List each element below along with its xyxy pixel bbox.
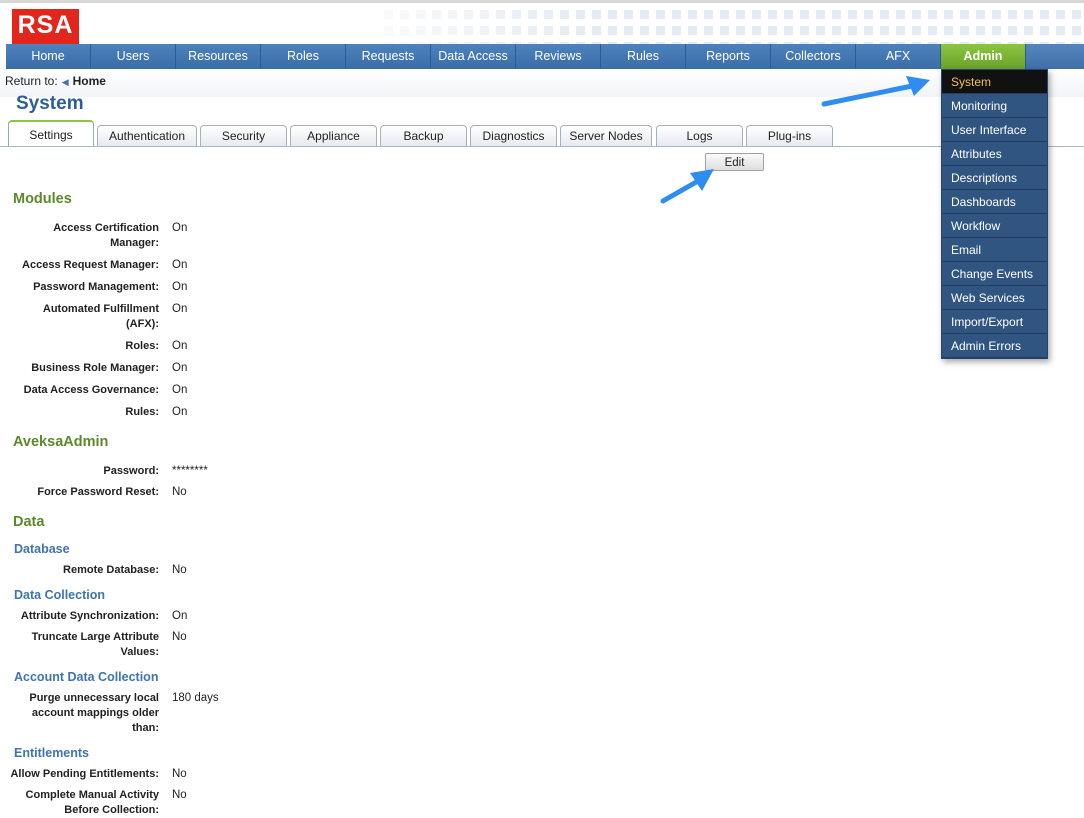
nav-admin[interactable]: Admin xyxy=(941,44,1026,69)
rsa-logo[interactable]: RSA xyxy=(12,9,79,41)
menu-item-workflow[interactable]: Workflow xyxy=(942,214,1047,238)
menu-item-web-services[interactable]: Web Services xyxy=(942,286,1047,310)
menu-item-import-export[interactable]: Import/Export xyxy=(942,310,1047,334)
admin-dropdown-menu: System Monitoring User Interface Attribu… xyxy=(941,69,1048,359)
menu-item-monitoring[interactable]: Monitoring xyxy=(942,94,1047,118)
subsection-data-collection-title: Data Collection xyxy=(14,588,105,602)
tab-backup[interactable]: Backup xyxy=(380,125,467,146)
menu-item-change-events[interactable]: Change Events xyxy=(942,262,1047,286)
return-to: Return to: ◀ Home xyxy=(5,74,106,88)
tab-appliance[interactable]: Appliance xyxy=(290,125,377,146)
menu-item-email[interactable]: Email xyxy=(942,238,1047,262)
nav-collectors[interactable]: Collectors xyxy=(771,44,856,69)
return-home-link[interactable]: Home xyxy=(73,74,106,88)
tab-settings[interactable]: Settings xyxy=(8,120,94,147)
nav-roles[interactable]: Roles xyxy=(261,44,346,69)
tab-security[interactable]: Security xyxy=(200,125,287,146)
menu-item-attributes[interactable]: Attributes xyxy=(942,142,1047,166)
nav-requests[interactable]: Requests xyxy=(346,44,431,69)
tab-logs[interactable]: Logs xyxy=(656,125,743,146)
nav-resources[interactable]: Resources xyxy=(176,44,261,69)
nav-home[interactable]: Home xyxy=(6,44,91,69)
return-to-label: Return to: xyxy=(5,74,58,88)
nav-rules[interactable]: Rules xyxy=(601,44,686,69)
menu-item-dashboards[interactable]: Dashboards xyxy=(942,190,1047,214)
nav-data-access[interactable]: Data Access xyxy=(431,44,516,69)
nav-reviews[interactable]: Reviews xyxy=(516,44,601,69)
menu-item-user-interface[interactable]: User Interface xyxy=(942,118,1047,142)
main-nav: Home Users Resources Roles Requests Data… xyxy=(6,44,1084,69)
tab-diagnostics[interactable]: Diagnostics xyxy=(470,125,557,146)
tab-authentication[interactable]: Authentication xyxy=(97,125,197,146)
subsection-database-title: Database xyxy=(14,542,70,556)
nav-users[interactable]: Users xyxy=(91,44,176,69)
nav-reports[interactable]: Reports xyxy=(686,44,771,69)
nav-afx[interactable]: AFX xyxy=(856,44,941,69)
page-title: System xyxy=(16,93,84,114)
menu-item-descriptions[interactable]: Descriptions xyxy=(942,166,1047,190)
menu-item-system[interactable]: System xyxy=(942,70,1047,94)
tab-bar: Settings Authentication Security Applian… xyxy=(8,120,1084,147)
section-aveksaadmin-title: AveksaAdmin xyxy=(13,434,109,450)
back-arrow-icon: ◀ xyxy=(61,77,69,87)
subsection-account-data-collection-title: Account Data Collection xyxy=(14,670,159,684)
edit-button[interactable]: Edit xyxy=(705,153,764,171)
app-header: RSA xyxy=(0,0,1084,44)
tab-plug-ins[interactable]: Plug-ins xyxy=(746,125,833,146)
section-data-title: Data xyxy=(13,514,45,530)
tab-server-nodes[interactable]: Server Nodes xyxy=(560,125,652,146)
section-modules-title: Modules xyxy=(13,191,72,207)
menu-item-admin-errors[interactable]: Admin Errors xyxy=(942,334,1047,358)
subsection-entitlements-title: Entitlements xyxy=(14,746,90,760)
